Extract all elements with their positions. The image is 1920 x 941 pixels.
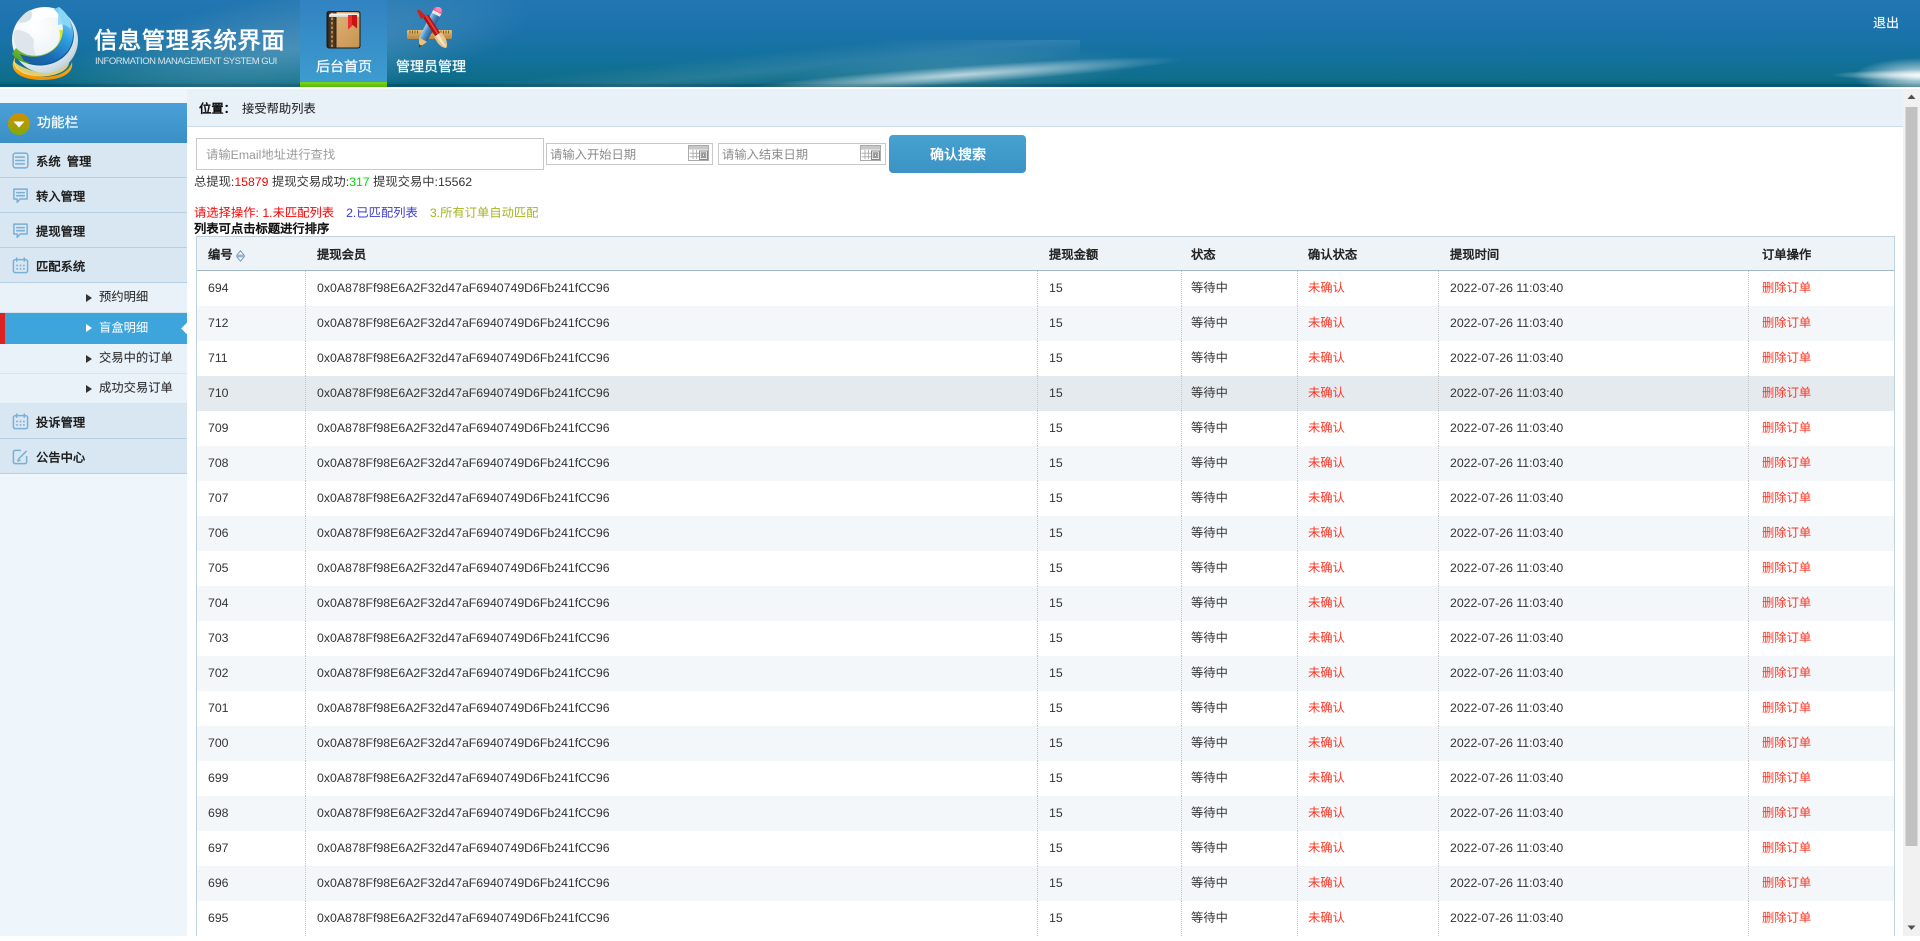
svg-text:3.: 3.: [430, 205, 440, 219]
svg-text::: :: [231, 174, 234, 188]
svg-text:15562: 15562: [438, 174, 472, 188]
svg-text:2.: 2.: [346, 205, 356, 219]
svg-text:1.: 1.: [262, 205, 272, 219]
svg-text:317: 317: [349, 174, 370, 188]
svg-text::: :: [435, 174, 438, 188]
svg-text:15879: 15879: [234, 174, 268, 188]
svg-text::: :: [256, 205, 259, 219]
svg-text:Email: Email: [231, 147, 262, 161]
svg-text::: :: [346, 174, 349, 188]
